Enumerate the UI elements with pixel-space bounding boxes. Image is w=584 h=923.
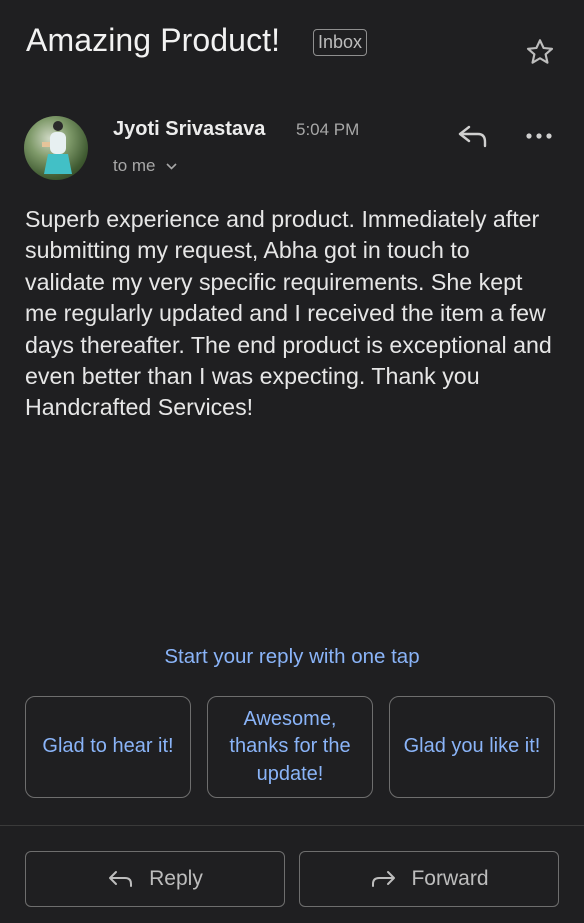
inbox-label-badge[interactable]: Inbox [313, 29, 368, 56]
smart-reply-chip[interactable]: Awesome, thanks for the update! [207, 696, 373, 798]
bottom-actions: Reply Forward [25, 851, 559, 907]
divider [0, 825, 584, 826]
message-title-row: Amazing Product! Inbox [26, 22, 564, 72]
smart-reply-prompt: Start your reply with one tap [164, 645, 420, 668]
more-horizontal-icon[interactable] [524, 124, 554, 148]
smart-reply-chip[interactable]: Glad to hear it! [25, 696, 191, 798]
smart-reply-chip[interactable]: Glad you like it! [389, 696, 555, 798]
message-header: Jyoti Srivastava 5:04 PM to me [24, 116, 564, 182]
forward-icon [372, 871, 396, 887]
sender-name[interactable]: Jyoti Srivastava [113, 118, 265, 141]
message-subject: Amazing Product! [26, 22, 281, 58]
smart-reply-chips: Glad to hear it! Awesome, thanks for the… [25, 696, 559, 800]
reply-button-label: Reply [149, 867, 203, 890]
forward-button-label: Forward [411, 867, 489, 890]
reply-icon[interactable] [456, 121, 490, 151]
star-icon[interactable] [524, 36, 556, 68]
avatar[interactable] [24, 116, 88, 180]
reply-icon [109, 871, 133, 887]
chevron-down-icon [166, 163, 177, 170]
message-time: 5:04 PM [296, 120, 360, 139]
message-body: Superb experience and product. Immediate… [25, 206, 552, 421]
forward-button[interactable]: Forward [299, 851, 559, 907]
reply-button[interactable]: Reply [25, 851, 285, 907]
recipient-toggle[interactable]: to me [113, 156, 177, 176]
recipient-label: to me [113, 156, 156, 175]
